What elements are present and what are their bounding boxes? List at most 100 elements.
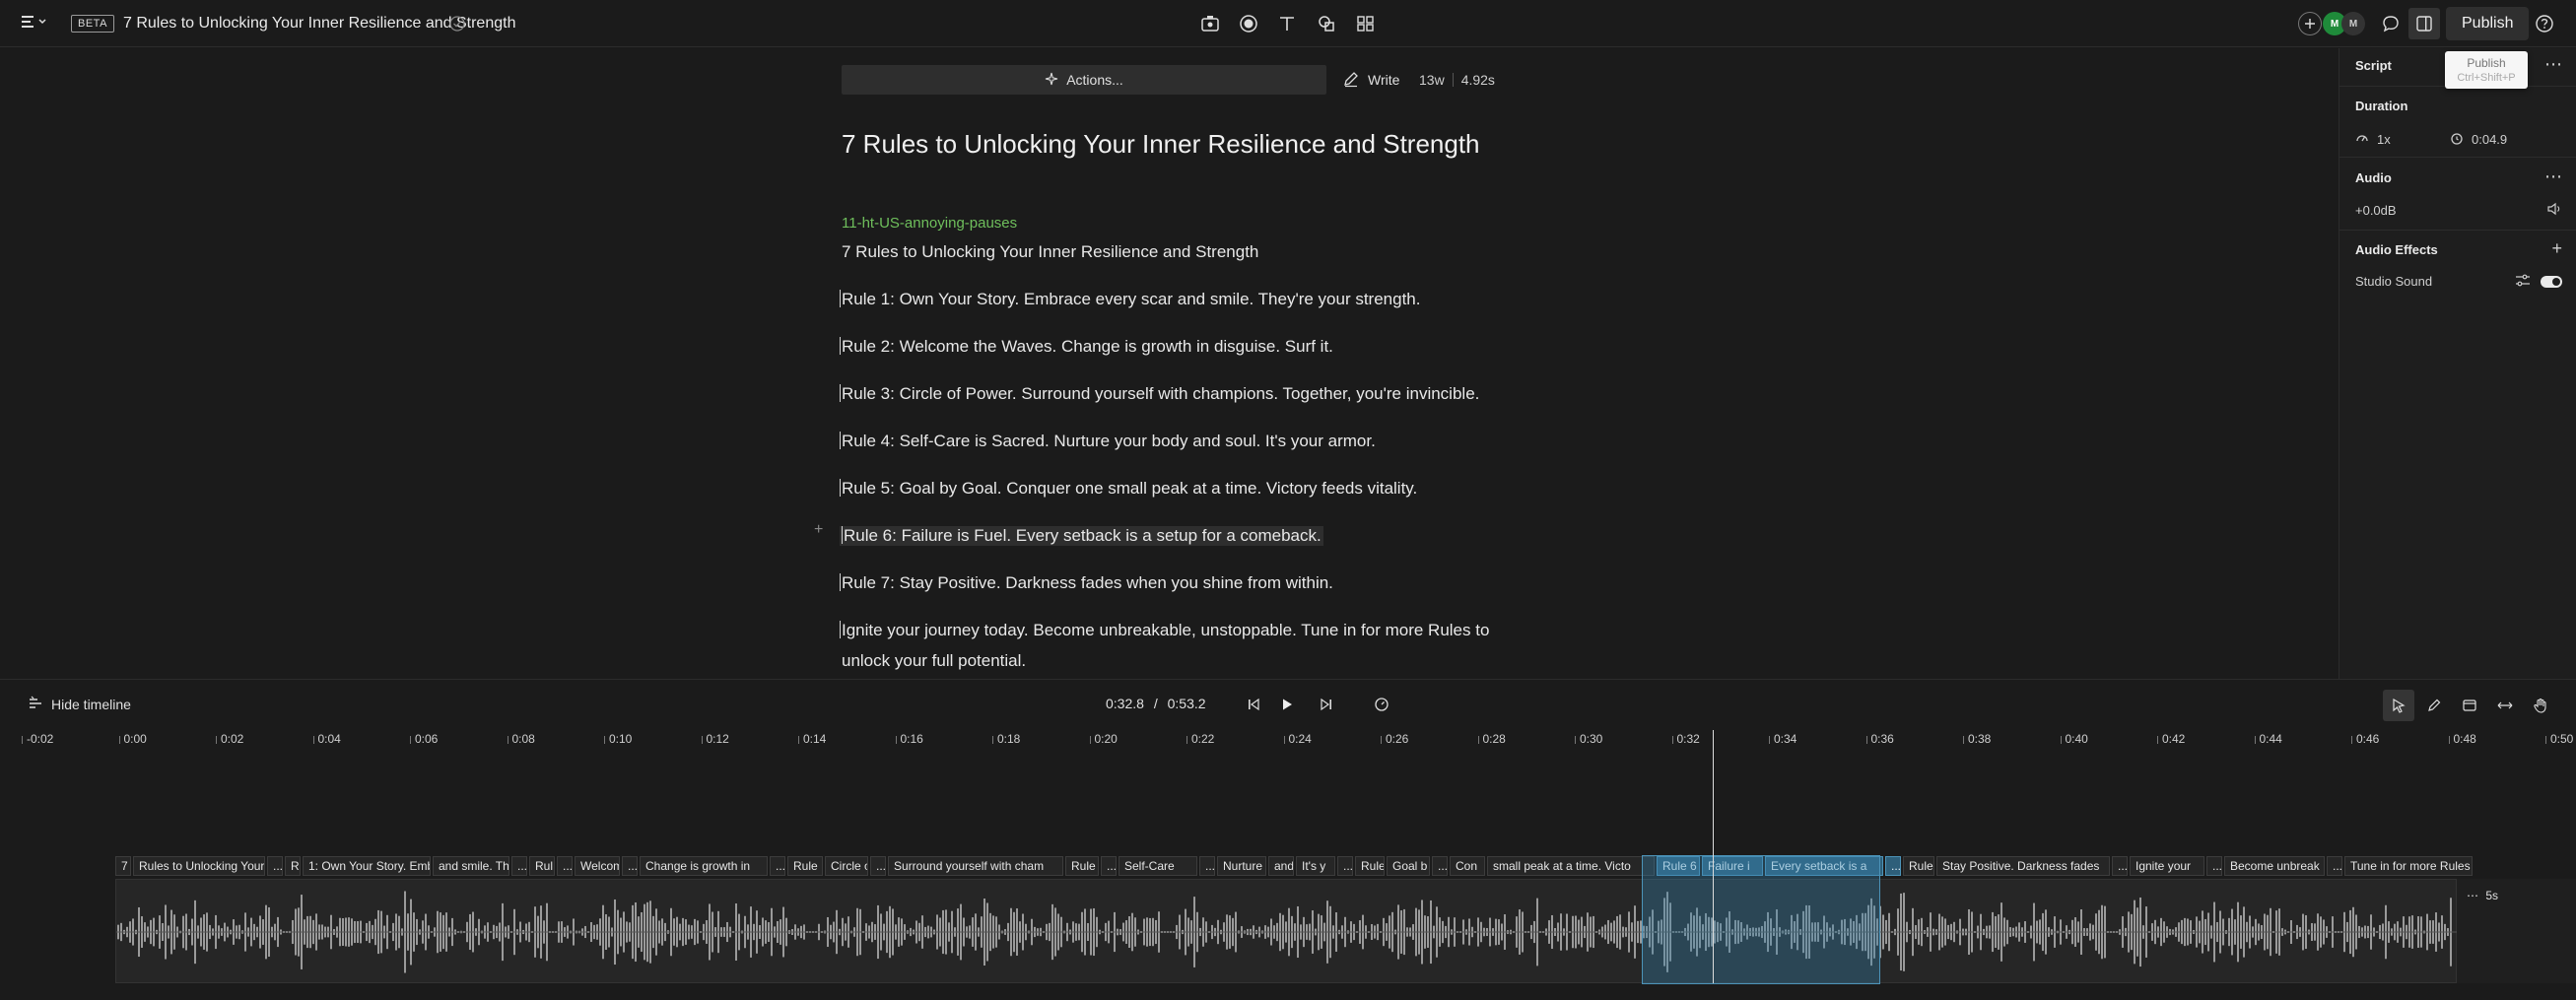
script-paragraph[interactable]: Rule 1: Own Your Story. Embrace every sc… (840, 290, 1421, 309)
record-screen-icon (1194, 8, 1226, 39)
track-end-label[interactable]: ⋯ 5s (2467, 889, 2498, 902)
speed-control[interactable]: 1x (2355, 131, 2391, 148)
gain-value[interactable]: +0.0dB (2355, 203, 2397, 218)
word-segment[interactable]: Rul (529, 856, 555, 876)
speaker-label[interactable]: 11-ht-US-annoying-pauses (842, 215, 1017, 232)
studio-sound-toggle[interactable] (2541, 276, 2562, 288)
word-segment[interactable]: small peak at a time. Victo (1487, 856, 1655, 876)
playhead[interactable] (1713, 730, 1714, 983)
word-segment[interactable]: Nurture (1217, 856, 1266, 876)
word-segment[interactable]: ... (622, 856, 638, 876)
word-segment[interactable]: ... (511, 856, 527, 876)
more-options-icon[interactable]: ⋯ (2544, 167, 2562, 187)
script-paragraph-selected[interactable]: Rule 6: Failure is Fuel. Every setback i… (840, 526, 1323, 546)
word-segment[interactable]: ... (557, 856, 573, 876)
record-button[interactable] (1233, 0, 1264, 47)
script-paragraph[interactable]: Rule 2: Welcome the Waves. Change is gro… (840, 337, 1333, 357)
word-segment[interactable]: ... (870, 856, 886, 876)
hand-tool-icon[interactable] (2525, 690, 2556, 721)
menu-button[interactable] (22, 0, 47, 47)
word-segments: 7Rules to Unlocking Your...Ru1: Own Your… (115, 856, 2480, 880)
publish-button[interactable]: Publish (2446, 7, 2530, 40)
shapes-button[interactable] (1311, 0, 1342, 47)
word-segment[interactable]: ... (1432, 856, 1448, 876)
word-segment[interactable]: Change is growth in (640, 856, 768, 876)
script-paragraph[interactable]: Rule 5: Goal by Goal. Conquer one small … (840, 479, 1417, 499)
word-segment[interactable]: ... (2206, 856, 2222, 876)
word-segment[interactable]: 1: Own Your Story. Emb (303, 856, 431, 876)
skip-forward-button[interactable] (1311, 689, 1342, 720)
word-segment[interactable]: ... (1101, 856, 1117, 876)
word-segment[interactable]: Rule (1903, 856, 1934, 876)
play-button[interactable] (1271, 689, 1303, 720)
volume-icon[interactable] (2546, 201, 2562, 220)
word-segment[interactable]: Rule (1355, 856, 1385, 876)
script-paragraph[interactable]: 7 Rules to Unlocking Your Inner Resilien… (842, 242, 1258, 262)
word-segment[interactable]: Rule (787, 856, 823, 876)
layouts-button[interactable] (1350, 0, 1382, 47)
speed-value: 1x (2377, 132, 2391, 147)
word-segment[interactable]: It's y (1296, 856, 1335, 876)
actions-button[interactable]: Actions... (842, 65, 1326, 95)
word-segment[interactable]: and (1268, 856, 1294, 876)
actions-label: Actions... (1066, 72, 1123, 88)
grid-icon (1350, 8, 1382, 39)
word-segment[interactable]: and smile. The (433, 856, 509, 876)
word-segment-selected[interactable]: ... (1885, 856, 1901, 876)
text-button[interactable] (1271, 0, 1303, 47)
word-segment[interactable]: Self-Care (1119, 856, 1197, 876)
word-segment[interactable]: Become unbreak (2224, 856, 2325, 876)
fit-width-icon[interactable] (2489, 690, 2521, 721)
waveform-track[interactable] (115, 879, 2458, 983)
paragraph-text: Rule 2: Welcome the Waves. Change is gro… (842, 337, 1333, 356)
add-block-icon[interactable]: + (814, 521, 823, 539)
word-segment[interactable]: Tune in for more Rules to (2344, 856, 2473, 876)
select-tool-icon[interactable] (2383, 690, 2414, 721)
script-paragraph[interactable]: Ignite your journey today. Become unbrea… (840, 621, 1489, 640)
duration-control[interactable]: 0:04.9 (2450, 131, 2507, 148)
word-segment[interactable]: ... (1337, 856, 1353, 876)
add-effect-icon[interactable]: + (2551, 238, 2562, 259)
skip-back-icon (1238, 689, 1269, 720)
word-segment[interactable]: Ru (285, 856, 301, 876)
word-segment[interactable]: Goal b (1387, 856, 1430, 876)
script-paragraph[interactable]: Rule 7: Stay Positive. Darkness fades wh… (840, 573, 1333, 593)
word-segment[interactable]: Rule (1065, 856, 1099, 876)
word-segment[interactable]: ... (1199, 856, 1215, 876)
word-segment[interactable]: ... (2327, 856, 2342, 876)
avatar[interactable]: M (2341, 12, 2365, 35)
record-screen-button[interactable] (1194, 0, 1226, 47)
word-segment[interactable]: ... (2112, 856, 2128, 876)
word-segment[interactable]: Circle o (825, 856, 868, 876)
add-collaborator-button[interactable] (2298, 0, 2322, 47)
write-label: Write (1368, 72, 1400, 88)
time-ruler[interactable]: -0:02 0:00 0:02 0:04 0:06 0:08 0:10 0:12 0:14 0:1… (0, 728, 2576, 748)
script-paragraph[interactable]: unlock your full potential. (842, 651, 1026, 671)
script-paragraph[interactable]: Rule 3: Circle of Power. Surround yourse… (840, 384, 1479, 404)
word-segment[interactable]: 7 (115, 856, 131, 876)
skip-back-button[interactable] (1238, 689, 1269, 720)
sliders-icon[interactable] (2515, 274, 2531, 291)
word-segment[interactable]: Ignite your (2130, 856, 2204, 876)
toggle-panel-button[interactable] (2408, 0, 2440, 47)
word-segment[interactable]: Surround yourself with cham (888, 856, 1063, 876)
comments-button[interactable] (2375, 0, 2407, 47)
word-segment[interactable]: Welcom (575, 856, 620, 876)
pen-tool-icon[interactable] (2418, 690, 2450, 721)
word-segment[interactable]: Rules to Unlocking Your (133, 856, 265, 876)
word-segment[interactable]: Stay Positive. Darkness fades (1936, 856, 2110, 876)
playback-speed-button[interactable] (1366, 689, 1397, 720)
word-segment[interactable]: Con (1450, 856, 1485, 876)
menu-icon (22, 14, 47, 34)
script-title[interactable]: 7 Rules to Unlocking Your Inner Resilien… (842, 129, 1480, 160)
help-button[interactable] (2529, 0, 2560, 47)
selection-range[interactable] (1642, 855, 1880, 984)
script-paragraph[interactable]: Rule 4: Self-Care is Sacred. Nurture you… (840, 432, 1376, 451)
ruler-tick: 0:40 (2061, 732, 2088, 746)
hide-timeline-button[interactable]: Hide timeline (28, 696, 131, 712)
write-button[interactable]: Write (1342, 65, 1399, 95)
word-segment[interactable]: ... (267, 856, 283, 876)
word-segment[interactable]: ... (770, 856, 785, 876)
more-options-icon[interactable]: ⋯ (2544, 54, 2562, 75)
clip-tool-icon[interactable] (2454, 690, 2485, 721)
